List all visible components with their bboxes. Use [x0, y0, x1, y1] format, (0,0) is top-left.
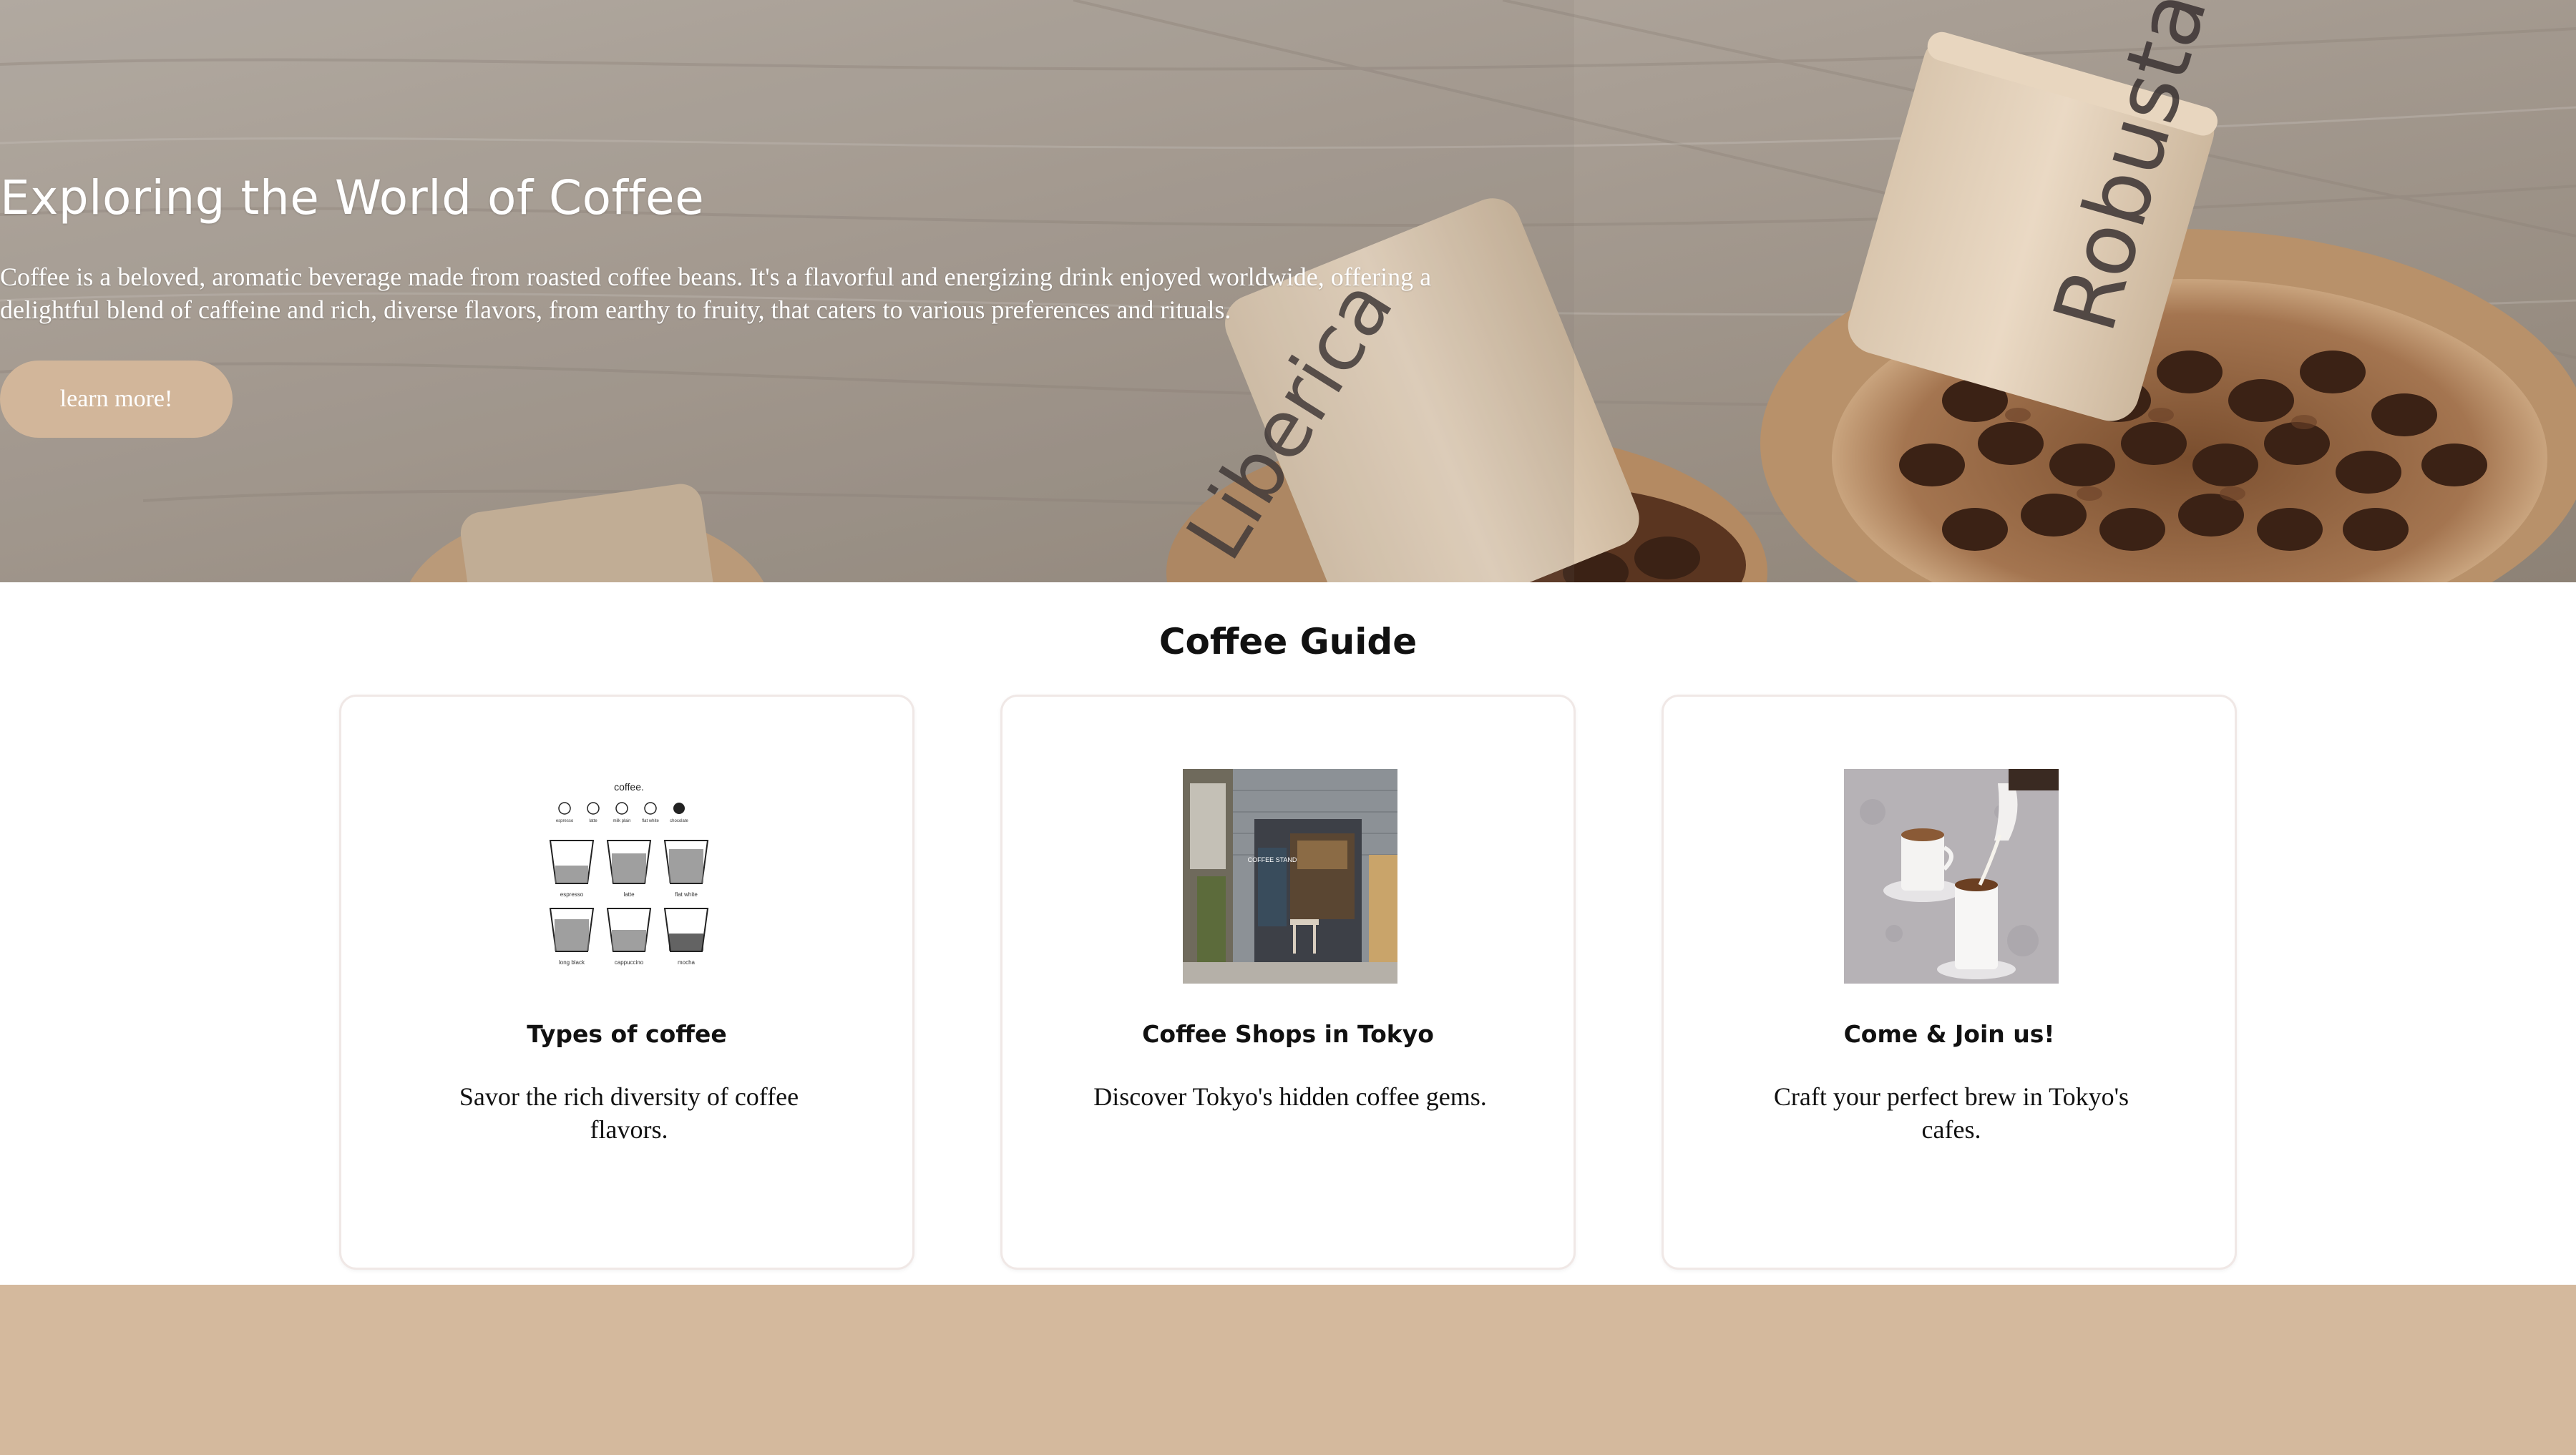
cup-label: long black — [559, 959, 585, 966]
cup-label: mocha — [678, 959, 696, 966]
guide-card-join[interactable]: Come & Join us! Craft your perfect brew … — [1662, 695, 2237, 1270]
card-description: Craft your perfect brew in Tokyo's cafes… — [1773, 1082, 2129, 1144]
cup-label: latte — [623, 891, 635, 898]
coffee-types-illustration: coffee. espresso latte milk plain flat w… — [522, 769, 736, 984]
coffee-pour-photo — [1844, 769, 2059, 984]
bean-label: espresso — [556, 819, 574, 823]
section-title: Coffee Guide — [1158, 621, 1418, 662]
card-title: Coffee Shops in Tokyo — [1142, 1020, 1434, 1048]
card-description: Discover Tokyo's hidden coffee gems. — [1093, 1082, 1487, 1111]
cup-label: cappuccino — [615, 959, 644, 966]
bean-label: flat white — [642, 819, 659, 823]
card-title: Come & Join us! — [1843, 1020, 2055, 1048]
coffee-shop-photo: COFFEE STAND — [1183, 769, 1397, 984]
footer — [0, 1285, 2576, 1455]
guide-card-shops[interactable]: COFFEE STAND Coffee Shops in Tokyo Disco… — [1000, 695, 1576, 1270]
illustration-heading: coffee. — [614, 781, 644, 793]
cup-label: espresso — [560, 891, 584, 898]
card-description: Savor the rich diversity of coffee flavo… — [459, 1082, 799, 1144]
bean-label: latte — [589, 819, 597, 823]
cup-label: flat white — [675, 891, 698, 898]
guide-card-types[interactable]: coffee. espresso latte milk plain flat w… — [339, 695, 914, 1270]
bean-label: chocolate — [670, 819, 688, 823]
bean-label: milk plain — [613, 819, 630, 823]
hero-title: Exploring the World of Coffee — [0, 170, 705, 225]
learn-more-button[interactable]: learn more! — [0, 361, 233, 438]
shop-sign: COFFEE STAND — [1248, 856, 1297, 863]
hero-banner: Robusta Liberica Exploring the World of … — [0, 0, 2576, 582]
hero-description: Coffee is a beloved, aromatic beverage m… — [0, 263, 1432, 324]
card-title: Types of coffee — [527, 1020, 727, 1048]
